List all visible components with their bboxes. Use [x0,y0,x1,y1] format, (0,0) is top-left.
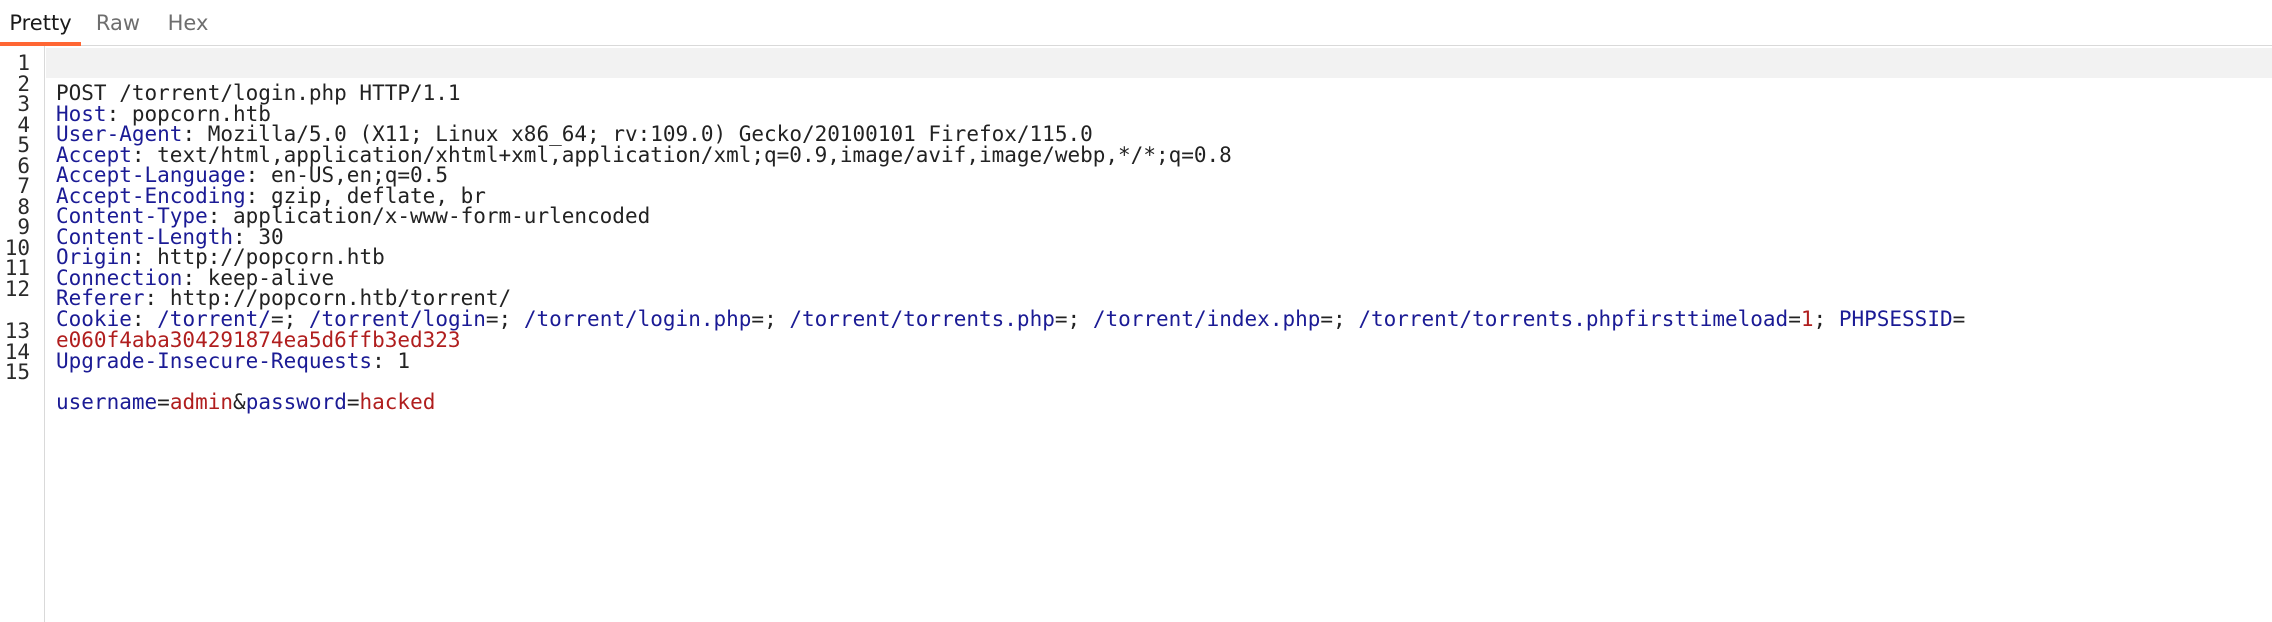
body-param-value: admin [169,390,234,414]
http-request-viewer: Pretty Raw Hex 1 2 3 4 5 6 7 8 9 10 11 1… [0,0,2272,622]
view-mode-tabs: Pretty Raw Hex [0,0,2272,46]
line-number: 15 [4,360,30,384]
body-param-name: password [245,390,347,414]
request-body-line[interactable]: username=admin&password=hacked [46,357,2272,414]
body-param-value: hacked [359,390,436,414]
line-number-gutter: 1 2 3 4 5 6 7 8 9 10 11 12 13 14 15 [0,46,45,622]
tab-raw[interactable]: Raw [90,0,146,46]
request-editor[interactable]: POST /torrent/login.php HTTP/1.1 Host: p… [46,46,2272,622]
tab-pretty[interactable]: Pretty [0,0,81,46]
line-number: 12 [4,277,30,301]
tab-hex[interactable]: Hex [160,0,216,46]
body-param-name: username [56,390,158,414]
